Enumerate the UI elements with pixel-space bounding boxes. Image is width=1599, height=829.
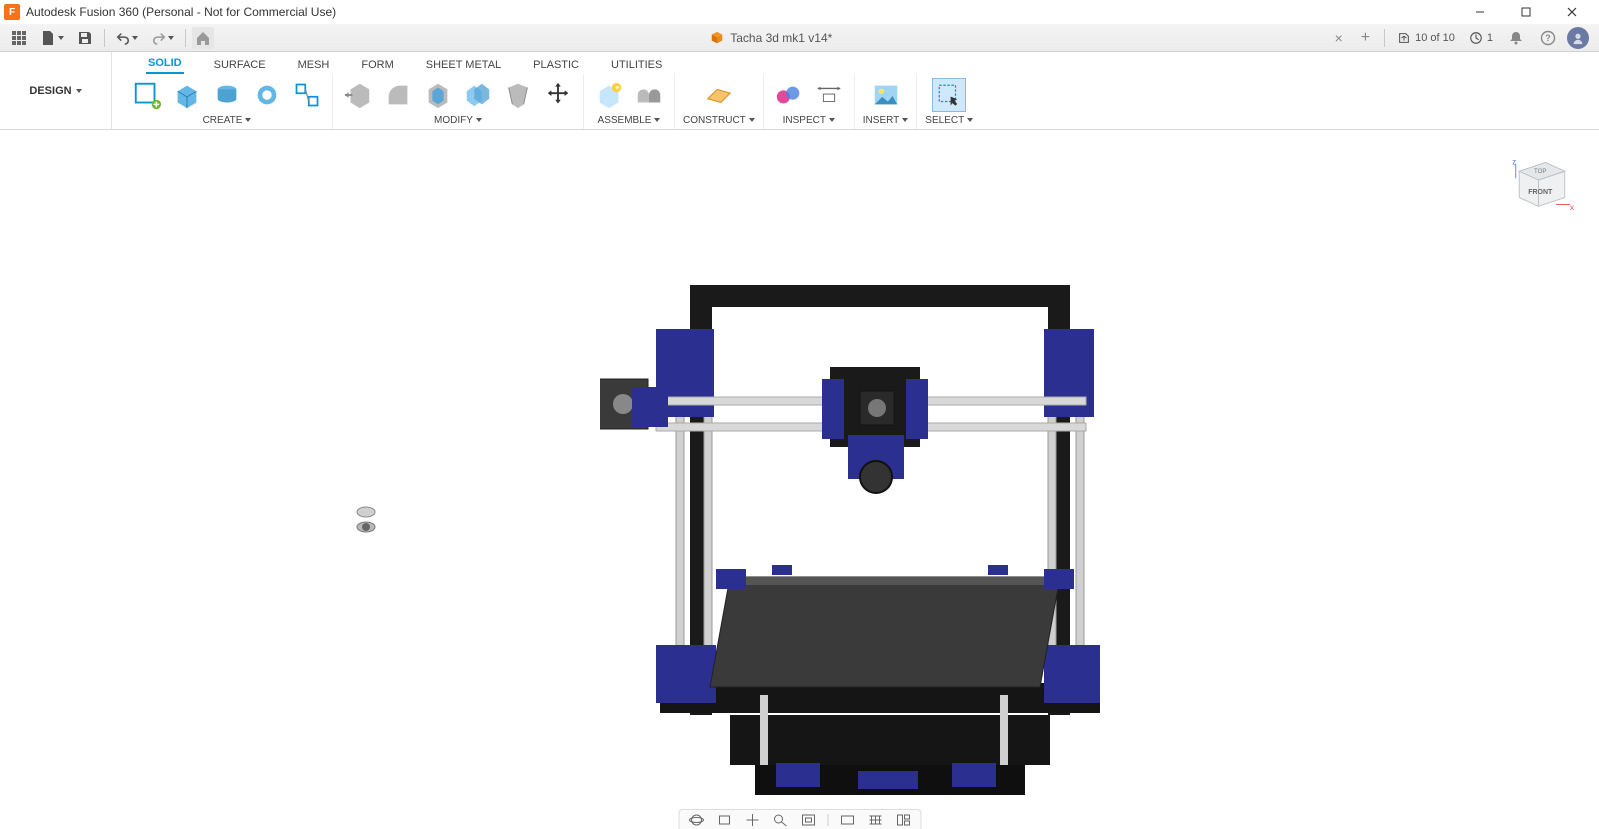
close-button[interactable] <box>1549 0 1595 24</box>
grid-settings-button[interactable] <box>866 813 884 827</box>
panel-assemble: ASSEMBLE <box>584 74 675 129</box>
move-button[interactable] <box>541 78 575 112</box>
svg-text:?: ? <box>1545 33 1551 43</box>
tab-form[interactable]: FORM <box>359 59 395 74</box>
clock-icon <box>1469 31 1483 45</box>
ribbon-tabs: SOLID SURFACE MESH FORM SHEET METAL PLAS… <box>112 52 1599 74</box>
save-button[interactable] <box>72 27 98 49</box>
select-button[interactable] <box>932 78 966 112</box>
joint-button[interactable] <box>632 78 666 112</box>
recovery-count: 10 of 10 <box>1415 32 1455 44</box>
panel-assemble-label[interactable]: ASSEMBLE <box>598 113 661 127</box>
draft-button[interactable] <box>501 78 535 112</box>
minimize-button[interactable] <box>1457 0 1503 24</box>
panel-inspect-label[interactable]: INSPECT <box>783 113 835 127</box>
press-pull-button[interactable] <box>341 78 375 112</box>
fit-button[interactable] <box>799 813 817 827</box>
app-title: Autodesk Fusion 360 (Personal - Not for … <box>26 5 336 19</box>
revolve-button[interactable] <box>210 78 244 112</box>
fillet-button[interactable] <box>381 78 415 112</box>
tab-plastic[interactable]: PLASTIC <box>531 59 581 74</box>
look-at-button[interactable] <box>715 813 733 827</box>
panel-insert: INSERT <box>855 74 918 129</box>
insert-button[interactable] <box>869 78 903 112</box>
workspace-switcher[interactable]: DESIGN <box>0 52 112 129</box>
tab-mesh[interactable]: MESH <box>296 59 332 74</box>
tab-utilities[interactable]: UTILITIES <box>609 59 664 74</box>
measure-button[interactable] <box>772 78 806 112</box>
stray-component[interactable] <box>355 505 377 535</box>
save-cloud-icon <box>1397 31 1411 45</box>
redo-button[interactable] <box>147 27 179 49</box>
help-button[interactable]: ? <box>1535 27 1561 49</box>
view-cube[interactable]: z x TOP FRONT <box>1507 152 1577 222</box>
construct-plane-button[interactable] <box>702 78 736 112</box>
user-avatar[interactable] <box>1567 27 1589 49</box>
new-tab-button[interactable]: + <box>1355 29 1376 47</box>
loft-button[interactable] <box>290 78 324 112</box>
undo-button[interactable] <box>111 27 143 49</box>
home-tab-button[interactable] <box>192 27 214 49</box>
shell-button[interactable] <box>421 78 455 112</box>
close-tab-button[interactable]: × <box>1329 30 1349 46</box>
workspace-label: DESIGN <box>29 85 71 97</box>
document-icon <box>710 31 724 45</box>
title-bar: F Autodesk Fusion 360 (Personal - Not fo… <box>0 0 1599 24</box>
data-panel-button[interactable] <box>6 27 32 49</box>
panel-construct-label[interactable]: CONSTRUCT <box>683 113 755 127</box>
new-component-button[interactable] <box>592 78 626 112</box>
document-name: Tacha 3d mk1 v14* <box>730 31 832 45</box>
panel-modify: MODIFY <box>333 74 584 129</box>
panel-construct: CONSTRUCT <box>675 74 764 129</box>
viewport[interactable]: z x TOP FRONT <box>0 130 1599 829</box>
orbit-button[interactable] <box>687 813 705 827</box>
dimension-button[interactable] <box>812 78 846 112</box>
pan-button[interactable] <box>743 813 761 827</box>
sweep-button[interactable] <box>250 78 284 112</box>
panel-select-label[interactable]: SELECT <box>925 113 973 127</box>
tab-solid[interactable]: SOLID <box>146 57 184 74</box>
ribbon: DESIGN SOLID SURFACE MESH FORM SHEET MET… <box>0 52 1599 130</box>
notifications-button[interactable] <box>1503 27 1529 49</box>
recovery-status[interactable]: 10 of 10 <box>1393 31 1459 45</box>
viewport-layout-button[interactable] <box>894 813 912 827</box>
navigation-toolbar <box>678 809 921 829</box>
tab-surface[interactable]: SURFACE <box>212 59 268 74</box>
panel-create: CREATE <box>112 74 333 129</box>
job-count: 1 <box>1487 32 1493 44</box>
combine-button[interactable] <box>461 78 495 112</box>
viewcube-top[interactable]: TOP <box>1534 168 1546 175</box>
panel-select: SELECT <box>917 74 981 129</box>
sketch-button[interactable] <box>130 78 164 112</box>
file-menu-button[interactable] <box>36 27 68 49</box>
viewcube-front[interactable]: FRONT <box>1528 189 1553 196</box>
model-view[interactable] <box>600 285 1110 805</box>
display-settings-button[interactable] <box>838 813 856 827</box>
panel-create-label[interactable]: CREATE <box>203 113 252 127</box>
axis-x-label: x <box>1570 203 1574 212</box>
panel-modify-label[interactable]: MODIFY <box>434 113 482 127</box>
panel-insert-label[interactable]: INSERT <box>863 113 909 127</box>
job-status[interactable]: 1 <box>1465 31 1497 45</box>
panel-inspect: INSPECT <box>764 74 855 129</box>
quick-access-toolbar: Tacha 3d mk1 v14* × + 10 of 10 1 ? <box>0 24 1599 52</box>
tab-sheet-metal[interactable]: SHEET METAL <box>424 59 503 74</box>
extrude-button[interactable] <box>170 78 204 112</box>
zoom-button[interactable] <box>771 813 789 827</box>
document-tab[interactable]: Tacha 3d mk1 v14* <box>214 31 1329 45</box>
maximize-button[interactable] <box>1503 0 1549 24</box>
app-icon: F <box>4 4 20 20</box>
